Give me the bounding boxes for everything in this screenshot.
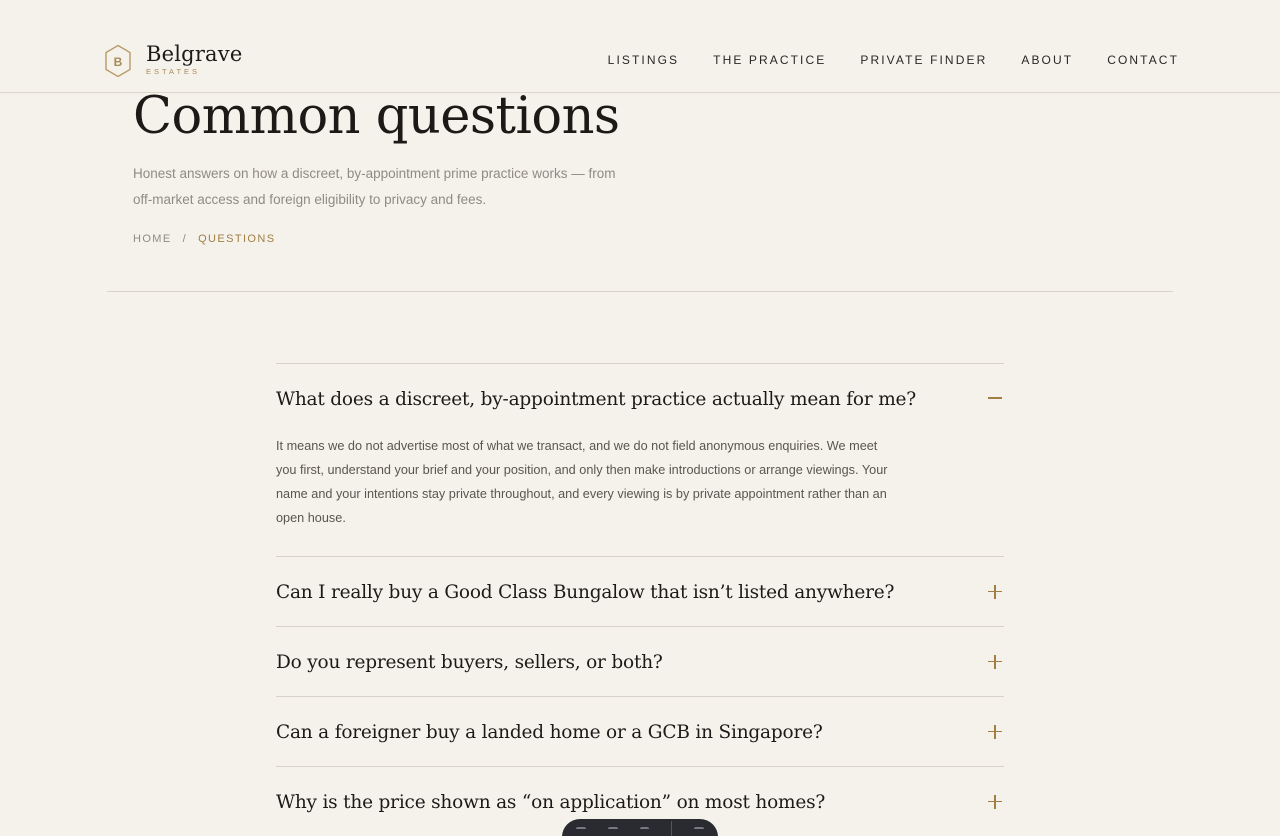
toolbar-divider [671, 821, 673, 836]
brand-logo-link[interactable]: B Belgrave ESTATES [104, 42, 242, 78]
breadcrumb-separator: / [182, 233, 188, 245]
toolbar-tool-icon[interactable] [576, 827, 586, 836]
breadcrumb: HOME / QUESTIONS [133, 233, 275, 245]
page-subtitle: Honest answers on how a discreet, by-app… [133, 166, 616, 207]
minus-icon[interactable] [988, 391, 1002, 405]
brand-name: Belgrave [146, 42, 243, 66]
faq-answer: It means we do not advertise most of wha… [276, 439, 888, 525]
page: B Belgrave ESTATES LISTINGS THE PRACTICE… [0, 0, 1280, 836]
faq-question-toggle[interactable]: Can I really buy a Good Class Bungalow t… [276, 557, 1004, 626]
page-title: Common questions [133, 87, 620, 146]
faq-question-toggle[interactable]: What does a discreet, by-appointment pra… [276, 364, 1004, 432]
floating-toolbar[interactable] [562, 819, 718, 836]
breadcrumb-home[interactable]: HOME [133, 233, 172, 245]
toolbar-tool-icon[interactable] [639, 827, 650, 836]
nav-private-finder[interactable]: PRIVATE FINDER [860, 53, 987, 67]
faq-accordion: What does a discreet, by-appointment pra… [276, 363, 1004, 836]
section-divider [107, 291, 1173, 292]
faq-item: Can a foreigner buy a landed home or a G… [276, 697, 1004, 767]
nav-listings[interactable]: LISTINGS [608, 53, 679, 67]
logo-letter: B [114, 55, 123, 69]
plus-icon[interactable] [988, 794, 1002, 809]
faq-question-toggle[interactable]: Do you represent buyers, sellers, or bot… [276, 627, 1004, 696]
breadcrumb-current: QUESTIONS [198, 233, 276, 245]
faq-question: Can a foreigner buy a landed home or a G… [276, 722, 823, 743]
plus-icon[interactable] [988, 724, 1002, 739]
nav-contact[interactable]: CONTACT [1107, 53, 1179, 67]
site-header: B Belgrave ESTATES LISTINGS THE PRACTICE… [0, 0, 1280, 93]
hexagon-logo-icon: B [105, 44, 131, 78]
faq-question-toggle[interactable]: Can a foreigner buy a landed home or a G… [276, 697, 1004, 766]
faq-item: Do you represent buyers, sellers, or bot… [276, 627, 1004, 697]
toolbar-tool-icon[interactable] [607, 827, 618, 836]
faq-question: What does a discreet, by-appointment pra… [276, 388, 917, 410]
plus-icon[interactable] [988, 584, 1002, 599]
faq-item: Can I really buy a Good Class Bungalow t… [276, 557, 1004, 627]
brand-wordmark: Belgrave ESTATES [146, 42, 242, 76]
faq-item: What does a discreet, by-appointment pra… [276, 364, 1004, 557]
faq-question: Can I really buy a Good Class Bungalow t… [276, 582, 895, 603]
nav-about[interactable]: ABOUT [1021, 53, 1073, 67]
brand-subtitle: ESTATES [146, 67, 201, 76]
toolbar-tool-icon[interactable] [694, 827, 704, 836]
nav-the-practice[interactable]: THE PRACTICE [713, 53, 826, 67]
main-nav: LISTINGS THE PRACTICE PRIVATE FINDER ABO… [608, 53, 1179, 67]
faq-question: Why is the price shown as “on applicatio… [276, 792, 826, 813]
plus-icon[interactable] [988, 654, 1002, 669]
faq-question: Do you represent buyers, sellers, or bot… [276, 652, 663, 673]
